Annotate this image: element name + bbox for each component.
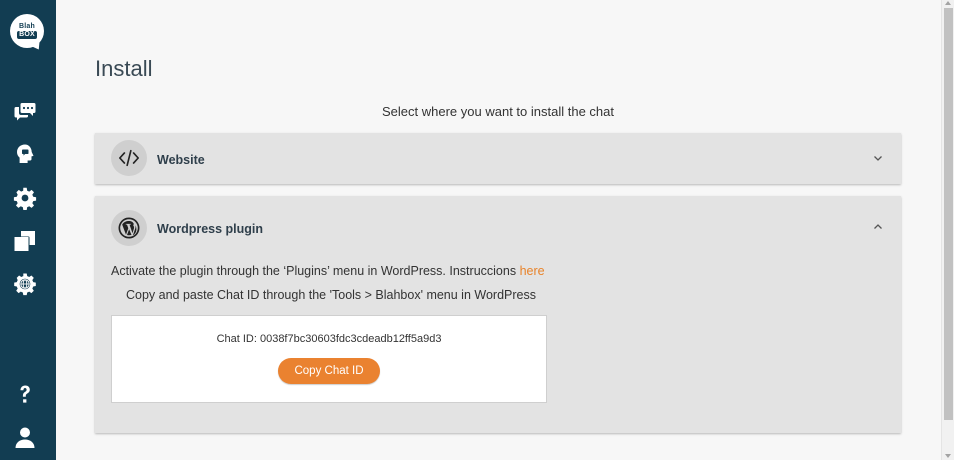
website-panel: Website [95,133,901,184]
wordpress-panel-header[interactable]: Wordpress plugin [95,196,901,260]
page-subtitle: Select where you want to install the cha… [382,104,614,119]
window-restore-icon[interactable] [12,228,38,254]
user-icon[interactable] [12,424,38,450]
help-question-icon[interactable] [12,381,38,407]
chevron-up-icon[interactable] [873,222,883,232]
sidebar: Blah BOX [0,0,56,460]
blahbox-logo[interactable]: Blah BOX [10,14,44,48]
wordpress-panel: Wordpress plugin Activate the plugin thr… [95,196,901,433]
head-profile-icon[interactable] [12,141,38,167]
vertical-scrollbar[interactable] [941,0,954,460]
instructions-link[interactable]: here [520,264,545,278]
logo-text-bottom: BOX [17,31,37,39]
scroll-up-arrow[interactable] [945,1,951,5]
plugin-instruction-text: Activate the plugin through the ‘Plugins… [111,264,517,278]
gear-icon[interactable] [12,185,38,211]
chat-id-card: Chat ID: 0038f7bc30603fdc3cdeadb12ff5a9d… [111,315,547,403]
wordpress-panel-title: Wordpress plugin [157,222,264,236]
chevron-down-icon[interactable] [873,153,883,163]
scrollbar-thumb[interactable] [944,8,953,420]
chat-id-value: Chat ID: 0038f7bc30603fdc3cdeadb12ff5a9d… [216,333,442,345]
chat-bubbles-icon[interactable] [12,97,38,123]
chat-id-instruction: Copy and paste Chat ID through the 'Tool… [126,288,536,302]
copy-chat-id-button[interactable]: Copy Chat ID [278,358,380,384]
scroll-down-arrow[interactable] [945,454,951,458]
globe-gear-icon[interactable] [12,271,38,297]
code-brackets-icon [111,140,147,176]
website-panel-title: Website [157,153,205,167]
plugin-instruction: Activate the plugin through the ‘Plugins… [111,264,545,278]
website-panel-header[interactable]: Website [95,133,901,184]
page-title: Install [95,56,153,81]
logo-text-top: Blah [19,23,35,30]
wordpress-icon [111,210,147,246]
